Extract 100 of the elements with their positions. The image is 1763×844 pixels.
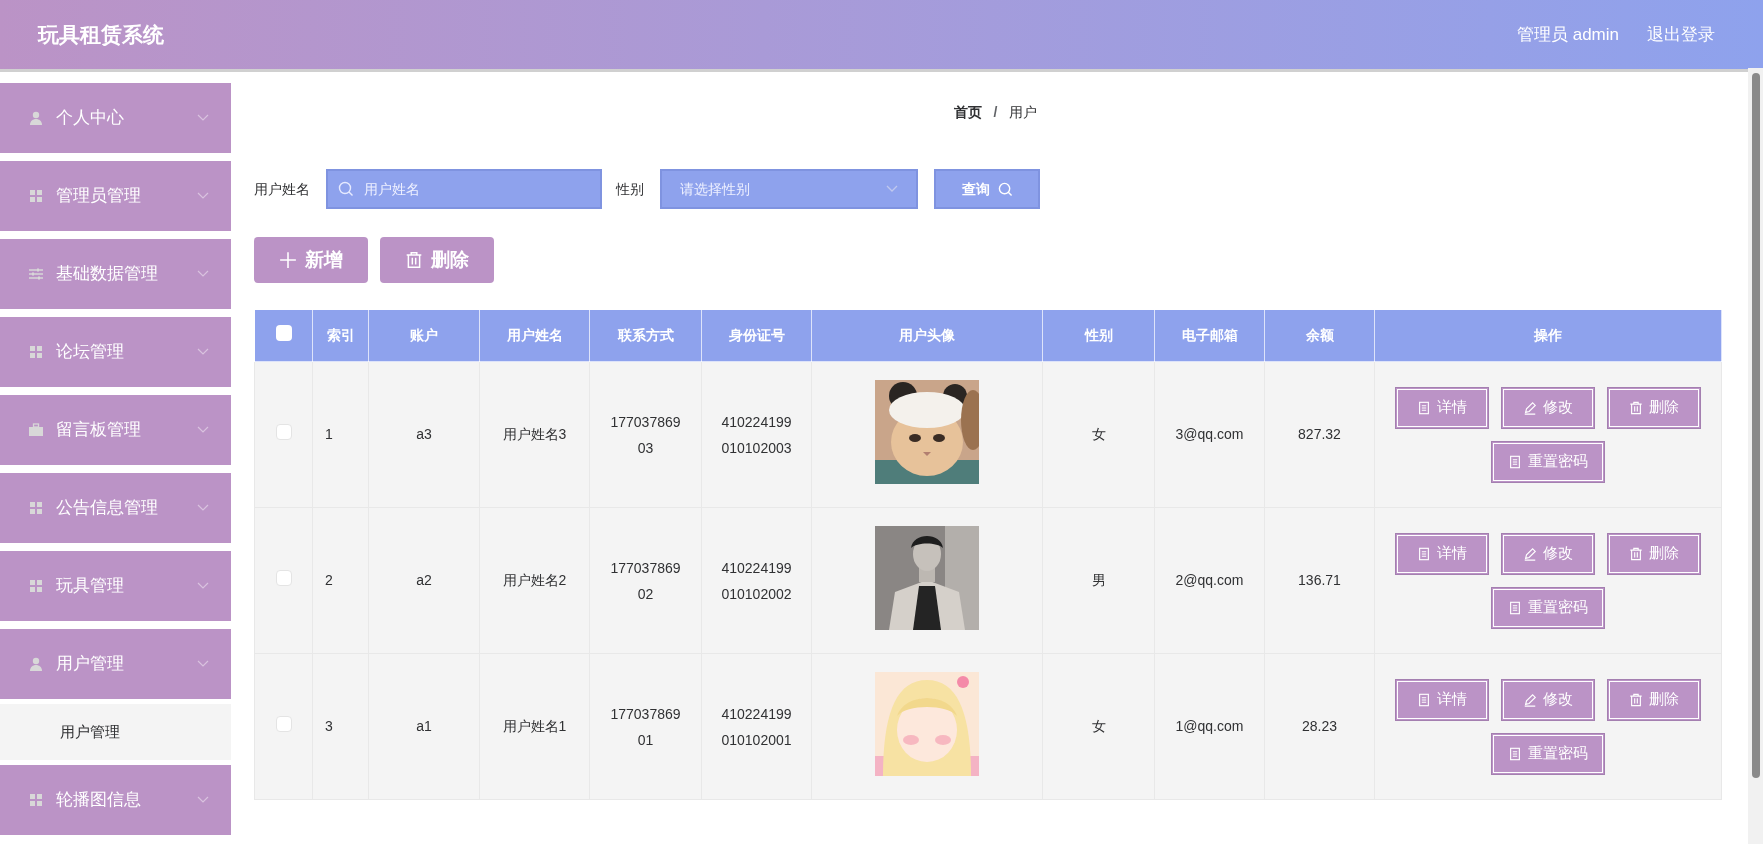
table-cell: a1 [416, 718, 432, 734]
column-header: 身份证号 [728, 327, 785, 343]
briefcase-icon [28, 422, 44, 438]
column-header: 联系方式 [617, 327, 674, 343]
row-action-button[interactable]: 重置密码 [1491, 440, 1605, 483]
pencil-icon [1523, 546, 1537, 561]
name-search-field[interactable]: 用户姓名 [326, 169, 602, 209]
chevron-down-icon [197, 660, 209, 668]
table-cell: 2@qq.com [1175, 572, 1244, 588]
query-button[interactable]: 查询 [934, 169, 1040, 209]
column-header: 用户头像 [899, 327, 955, 343]
person-icon [28, 110, 44, 126]
table-cell: 136.71 [1298, 572, 1341, 588]
row-action-button[interactable]: 详情 [1395, 532, 1489, 575]
menu-item[interactable]: 玩具管理 [0, 551, 231, 621]
checkbox[interactable] [275, 324, 292, 341]
row-action-button[interactable]: 删除 [1607, 678, 1701, 721]
table-cell-text: 410224199 010102001 [721, 704, 792, 750]
table-cell: 用户姓名2 [502, 572, 567, 588]
chevron-down-icon [197, 582, 209, 590]
menu-item[interactable]: 个人中心 [0, 83, 231, 153]
document-icon [1417, 546, 1431, 561]
grid-icon [28, 188, 44, 204]
row-action-button[interactable]: 删除 [1607, 386, 1701, 429]
table-cell-text: 410224199 010102003 [721, 412, 792, 458]
search-icon [338, 181, 354, 197]
row-action-button[interactable]: 修改 [1501, 386, 1595, 429]
table-cell: 用户姓名3 [502, 426, 567, 442]
menu-item[interactable]: 轮播图信息 [0, 765, 231, 835]
checkbox[interactable] [275, 423, 292, 440]
checkbox[interactable] [275, 569, 292, 586]
chevron-down-icon [197, 426, 209, 434]
row-action-button[interactable]: 删除 [1607, 532, 1701, 575]
grid-icon [28, 578, 44, 594]
column-header: 用户姓名 [506, 327, 563, 343]
row-action-button[interactable]: 详情 [1395, 678, 1489, 721]
chevron-down-icon [197, 270, 209, 278]
trash-icon [1629, 400, 1643, 415]
admin-label: 管理员 admin [1516, 23, 1619, 46]
table-cell: 女 [1091, 718, 1106, 734]
chevron-down-icon [886, 185, 898, 193]
field-label: 性别 [616, 179, 644, 199]
column-header: 索引 [326, 327, 355, 343]
menu-item[interactable]: 留言板管理 [0, 395, 231, 465]
row-action-button[interactable]: 重置密码 [1491, 586, 1605, 629]
document-icon [1417, 692, 1431, 707]
grid-icon [28, 500, 44, 516]
document-icon [1508, 600, 1522, 615]
row-action-button[interactable]: 修改 [1501, 678, 1595, 721]
menu-item[interactable]: 管理员管理 [0, 161, 231, 231]
plus-icon [279, 251, 297, 269]
logout-link[interactable]: 退出登录 [1647, 21, 1715, 48]
app-title: 玩具租赁系统 [38, 21, 164, 48]
search-icon [997, 181, 1013, 197]
breadcrumb-separator: / [993, 103, 998, 122]
breadcrumb-home[interactable]: 首页 [953, 102, 982, 123]
grid-icon [28, 792, 44, 808]
pencil-icon [1523, 400, 1537, 415]
column-header: 电子邮箱 [1181, 327, 1238, 343]
chevron-down-icon [197, 796, 209, 804]
submenu-item[interactable]: 用户管理 [0, 704, 231, 760]
scrollbar[interactable] [1748, 68, 1763, 844]
field-label: 用户姓名 [254, 179, 310, 199]
table-cell: 用户姓名1 [502, 718, 567, 734]
row-action-button[interactable]: 详情 [1395, 386, 1489, 429]
add-button[interactable]: 新增 [254, 237, 368, 283]
menu-item[interactable]: 基础数据管理 [0, 239, 231, 309]
table-cell-text: 177037869 02 [610, 558, 681, 604]
document-icon [1508, 454, 1522, 469]
table-cell-text: 410224199 010102002 [721, 558, 792, 604]
grid-icon [28, 344, 44, 360]
table-cell: a3 [416, 426, 432, 442]
chevron-down-icon [197, 114, 209, 122]
table-cell: 1@qq.com [1175, 718, 1244, 734]
table-cell: 28.23 [1301, 718, 1337, 734]
table-cell: 2 [325, 572, 333, 588]
table-cell: 女 [1091, 426, 1106, 442]
column-header: 账户 [410, 327, 438, 343]
gender-select[interactable]: 请选择性别 [660, 169, 918, 209]
chevron-down-icon [197, 504, 209, 512]
column-header: 余额 [1305, 327, 1334, 343]
chevron-down-icon [197, 192, 209, 200]
pencil-icon [1523, 692, 1537, 707]
menu-item[interactable]: 公告信息管理 [0, 473, 231, 543]
row-action-button[interactable]: 修改 [1501, 532, 1595, 575]
table-cell-text: 177037869 01 [610, 704, 681, 750]
trash-icon [1629, 692, 1643, 707]
table-cell: 827.32 [1298, 426, 1341, 442]
table-cell: 3@qq.com [1175, 426, 1244, 442]
checkbox[interactable] [275, 715, 292, 732]
menu-item[interactable]: 用户管理 [0, 629, 231, 699]
table-cell: a2 [416, 572, 432, 588]
row-action-button[interactable]: 重置密码 [1491, 732, 1605, 775]
trash-icon [405, 251, 423, 269]
menu-item[interactable]: 论坛管理 [0, 317, 231, 387]
delete-button[interactable]: 删除 [380, 237, 494, 283]
column-header: 性别 [1084, 327, 1113, 343]
trash-icon [1629, 546, 1643, 561]
sliders-icon [28, 266, 44, 282]
chevron-down-icon [197, 348, 209, 356]
